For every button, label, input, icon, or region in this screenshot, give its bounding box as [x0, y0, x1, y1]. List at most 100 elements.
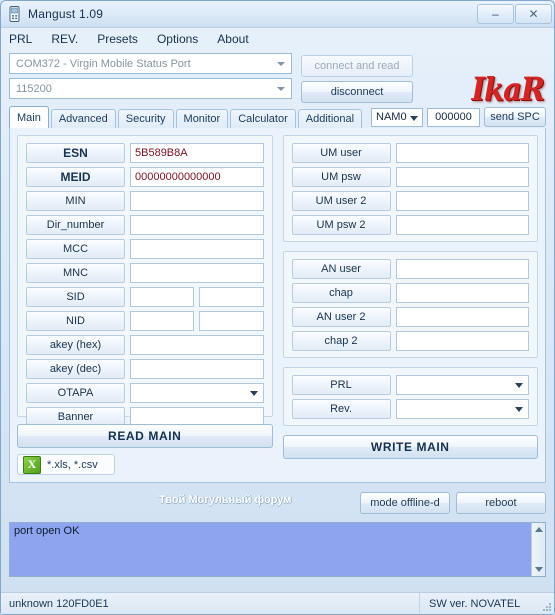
brand-logo: IkaR	[471, 70, 545, 108]
row-an-user-2: AN user 2	[291, 306, 529, 327]
mnc-input[interactable]	[130, 262, 264, 283]
um-credentials-group: UM user UM psw UM user 2 UM psw 2	[282, 135, 538, 242]
um-user-label[interactable]: UM user	[291, 142, 391, 163]
log-output[interactable]: port open OK	[9, 522, 546, 577]
tab-main[interactable]: Main	[9, 106, 49, 128]
application-window: Mangust 1.09 – ✕ PRL REV. Presets Option…	[0, 0, 555, 615]
um-user-2-input[interactable]	[395, 190, 529, 211]
chevron-down-icon	[410, 115, 418, 121]
row-sid: SID	[26, 286, 264, 307]
prl-label[interactable]: PRL	[291, 374, 391, 395]
um-psw-input[interactable]	[395, 166, 529, 187]
identity-group: ESN 5B589B8A MEID 00000000000000 MIN Dir…	[17, 135, 273, 427]
tab-advanced[interactable]: Advanced	[50, 109, 116, 128]
connection-controls: COM372 - Virgin Mobile Status Port 11520…	[1, 50, 554, 108]
excel-icon: X	[23, 455, 41, 474]
log-scrollbar[interactable]	[531, 523, 545, 576]
row-um-user-2: UM user 2	[291, 190, 529, 211]
an-credentials-group: AN user chap AN user 2 chap 2	[282, 251, 538, 358]
dir-number-label[interactable]: Dir_number	[26, 214, 125, 235]
mcc-input[interactable]	[130, 238, 264, 259]
tab-monitor[interactable]: Monitor	[175, 109, 229, 128]
akey-dec-input[interactable]	[130, 358, 264, 379]
min-label[interactable]: MIN	[26, 190, 125, 211]
forum-banner-text: Твой Могульный форум	[159, 494, 292, 506]
an-user-input[interactable]	[395, 258, 529, 279]
chevron-down-icon	[249, 390, 258, 396]
tab-security[interactable]: Security	[117, 109, 174, 128]
meid-label[interactable]: MEID	[26, 166, 125, 187]
port-select[interactable]: COM372 - Virgin Mobile Status Port	[9, 53, 292, 74]
akey-dec-label[interactable]: akey (dec)	[26, 358, 125, 379]
akey-hex-input[interactable]	[130, 334, 264, 355]
an-user-2-input[interactable]	[395, 306, 529, 327]
rev-select[interactable]	[395, 398, 529, 419]
scroll-down-icon[interactable]	[535, 567, 543, 572]
chap-label[interactable]: chap	[291, 282, 391, 303]
nam-select-value: NAM0	[376, 111, 407, 123]
port-select-value: COM372 - Virgin Mobile Status Port	[16, 57, 191, 70]
esn-label[interactable]: ESN	[26, 142, 125, 163]
mnc-label[interactable]: MNC	[26, 262, 125, 283]
menu-item-presets[interactable]: Presets	[97, 32, 138, 46]
nam-select[interactable]: NAM0	[371, 107, 423, 127]
min-input[interactable]	[130, 190, 264, 211]
mcc-label[interactable]: MCC	[26, 238, 125, 259]
status-bar: unknown 120FD0E1 SW ver. NOVATEL	[1, 592, 554, 614]
chap-2-input[interactable]	[395, 330, 529, 351]
akey-hex-label[interactable]: akey (hex)	[26, 334, 125, 355]
minimize-button[interactable]: –	[477, 4, 514, 24]
status-sw-version-text: SW ver. NOVATEL	[429, 597, 521, 610]
send-spc-button[interactable]: send SPC	[484, 107, 546, 127]
menu-item-prl[interactable]: PRL	[9, 32, 32, 46]
read-main-button[interactable]: READ MAIN	[17, 424, 273, 448]
an-user-label[interactable]: AN user	[291, 258, 391, 279]
meid-input[interactable]: 00000000000000	[130, 166, 264, 187]
row-chap-2: chap 2	[291, 330, 529, 351]
phone-icon	[8, 6, 21, 22]
tab-calculator[interactable]: Calculator	[230, 109, 296, 128]
um-user-2-label[interactable]: UM user 2	[291, 190, 391, 211]
otapa-label[interactable]: OTAPA	[26, 382, 125, 403]
um-psw-label[interactable]: UM psw	[291, 166, 391, 187]
close-button[interactable]: ✕	[515, 4, 552, 24]
baud-select[interactable]: 115200	[9, 78, 292, 99]
chap-input[interactable]	[395, 282, 529, 303]
chap-2-label[interactable]: chap 2	[291, 330, 391, 351]
connect-and-read-button[interactable]: connect and read	[301, 55, 413, 77]
connection-buttons: connect and read disconnect	[301, 55, 413, 103]
sid-input-2[interactable]	[199, 286, 264, 307]
write-main-button[interactable]: WRITE MAIN	[282, 435, 538, 459]
esn-input[interactable]: 5B589B8A	[130, 142, 264, 163]
read-main-wrap: READ MAIN	[17, 424, 273, 448]
chevron-down-icon	[277, 87, 285, 91]
otapa-select[interactable]	[130, 382, 264, 403]
menu-item-about[interactable]: About	[217, 32, 248, 46]
um-user-input[interactable]	[395, 142, 529, 163]
sid-input-1[interactable]	[130, 286, 195, 307]
nid-input-1[interactable]	[130, 310, 195, 331]
rev-label[interactable]: Rev.	[291, 398, 391, 419]
scroll-up-icon[interactable]	[535, 527, 543, 532]
chevron-down-icon	[277, 62, 285, 66]
sid-label[interactable]: SID	[26, 286, 125, 307]
tab-additional[interactable]: Additional	[297, 109, 363, 128]
nid-input-2[interactable]	[199, 310, 264, 331]
export-xls-csv-button[interactable]: X *.xls, *.csv	[17, 454, 115, 475]
row-esn: ESN 5B589B8A	[26, 142, 264, 163]
resize-grip-icon[interactable]	[541, 601, 551, 611]
menu-item-options[interactable]: Options	[157, 32, 198, 46]
row-prl: PRL	[291, 374, 529, 395]
um-psw-2-input[interactable]	[395, 214, 529, 235]
um-psw-2-label[interactable]: UM psw 2	[291, 214, 391, 235]
write-main-wrap: WRITE MAIN	[282, 435, 538, 459]
disconnect-button[interactable]: disconnect	[301, 81, 413, 103]
spc-input[interactable]: 000000	[427, 107, 480, 127]
menu-item-rev[interactable]: REV.	[51, 32, 78, 46]
prl-select[interactable]	[395, 374, 529, 395]
nid-label[interactable]: NID	[26, 310, 125, 331]
dir-number-input[interactable]	[130, 214, 264, 235]
mode-offline-button[interactable]: mode offline-d	[360, 492, 450, 514]
an-user-2-label[interactable]: AN user 2	[291, 306, 391, 327]
reboot-button[interactable]: reboot	[456, 492, 546, 514]
